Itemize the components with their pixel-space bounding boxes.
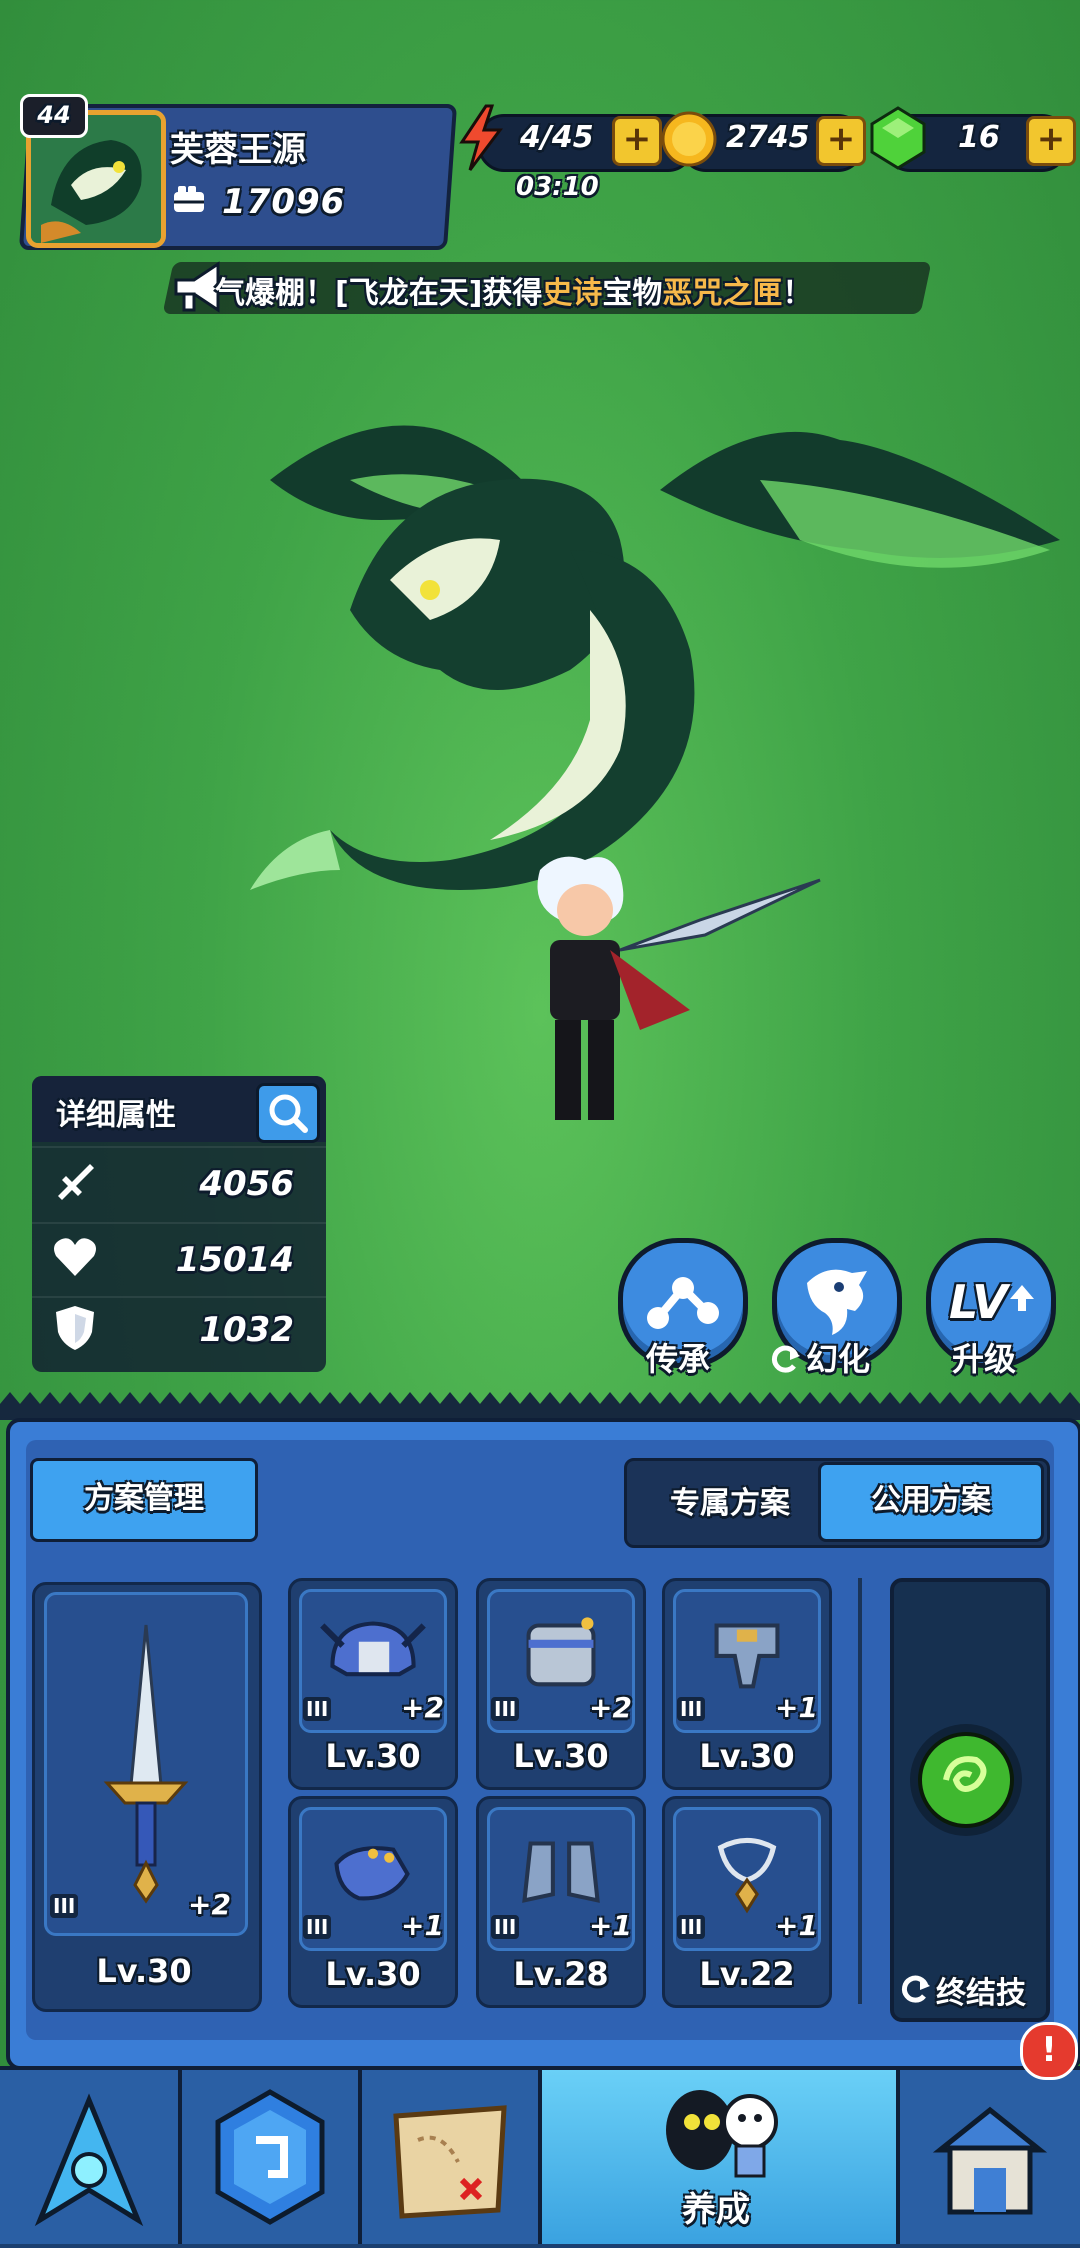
equipment-rank-tag: III: [677, 1915, 706, 1939]
equipment-rank-tag: III: [303, 1915, 332, 1939]
equipment-plus: +2: [589, 1691, 632, 1724]
equipment-plus: +1: [401, 1909, 444, 1942]
equipment-plus: +1: [775, 1909, 818, 1942]
player-level-badge: 44: [20, 94, 88, 138]
pet-characters-icon: [666, 2090, 778, 2178]
power-fist-icon: [170, 180, 210, 220]
equipment-level: Lv.30: [513, 1737, 609, 1775]
weapon-plus: +2: [188, 1888, 231, 1921]
hex-gem-icon: [215, 2089, 325, 2225]
gem-value: 16: [958, 120, 1000, 155]
gold-coin-icon: [660, 110, 718, 172]
shop-building-icon: [932, 2106, 1048, 2215]
nav-item-battle[interactable]: [0, 2070, 182, 2244]
equipment-level: Lv.28: [513, 1955, 609, 1993]
hero-character-artwork[interactable]: [490, 850, 840, 1134]
news-prefix: 气爆棚！[飞龙在天]获得: [215, 276, 543, 311]
equipment-level: Lv.30: [325, 1955, 421, 1993]
equipment-level: Lv.30: [325, 1737, 421, 1775]
news-rarity: 史诗: [542, 276, 603, 311]
weapon-rank-tag: III: [50, 1894, 79, 1918]
news-middle: 宝物: [602, 276, 663, 311]
plan-manage-button[interactable]: 方案管理: [30, 1458, 258, 1542]
slot-divider: [858, 1578, 862, 2004]
upgrade-lv-text: LV: [949, 1275, 1008, 1329]
weapon-level: Lv.30: [96, 1952, 192, 1990]
gold-value: 2745: [726, 120, 810, 155]
equipment-rank-tag: III: [491, 1697, 520, 1721]
equipment-slot[interactable]: III +1 Lv.22: [662, 1796, 832, 2008]
equipment-slot[interactable]: III +1 Lv.30: [662, 1578, 832, 1790]
equipment-rank-tag: III: [303, 1697, 332, 1721]
energy-bolt-icon: [456, 104, 506, 176]
equipment-slot[interactable]: III +2 Lv.30: [476, 1578, 646, 1790]
crest-icon: [34, 2093, 144, 2227]
gem-add-button[interactable]: +: [1026, 116, 1076, 166]
energy-add-button[interactable]: +: [612, 116, 662, 166]
transform-label: 幻化: [806, 1340, 871, 1378]
treasure-map-icon: [393, 2105, 507, 2219]
energy-timer: 03:10: [516, 172, 599, 202]
tab-public-plan[interactable]: 公用方案: [818, 1462, 1044, 1542]
upgrade-label: 升级: [952, 1340, 1017, 1378]
nav-item-dungeon[interactable]: [182, 2070, 362, 2244]
defense-value: 1032: [199, 1310, 294, 1350]
stats-detail-button[interactable]: [256, 1083, 320, 1143]
spike-divider: [0, 1386, 1080, 1420]
inherit-label: 传承: [646, 1340, 711, 1378]
stats-title: 详细属性: [56, 1098, 176, 1133]
equipment-level: Lv.22: [699, 1955, 795, 1993]
nav-develop-label: 养成: [682, 2190, 750, 2230]
attack-value: 4056: [199, 1164, 294, 1204]
ultimate-orb-icon: [906, 1720, 1026, 1844]
ultimate-label: 终结技: [936, 1976, 1026, 2011]
arrow-up-icon: [1010, 1285, 1034, 1311]
shield-icon: [54, 1304, 96, 1356]
green-gem-icon: [868, 106, 928, 174]
dagger-icon: [103, 1624, 189, 1904]
equipment-slot[interactable]: III +2 Lv.30: [288, 1578, 458, 1790]
transform-refresh-icon: [768, 1342, 802, 1380]
shop-alert-badge: !: [1020, 2022, 1078, 2080]
equipment-rank-tag: III: [491, 1915, 520, 1939]
news-text: 气爆棚！[飞龙在天]获得史诗宝物恶咒之匣！: [215, 268, 812, 312]
search-icon: [269, 1094, 308, 1133]
equipment-slot[interactable]: III +1 Lv.28: [476, 1796, 646, 2008]
news-suffix: ！: [782, 276, 813, 311]
equipment-plus: +1: [589, 1909, 632, 1942]
heart-icon: [52, 1236, 98, 1282]
equipment-plus: +1: [775, 1691, 818, 1724]
nav-item-shop[interactable]: [900, 2070, 1080, 2244]
tab-exclusive-plan[interactable]: 专属方案: [640, 1478, 820, 1522]
weapon-slot-image: [44, 1592, 248, 1936]
ultimate-refresh-icon: [898, 1972, 932, 2010]
equipment-plus: +2: [401, 1691, 444, 1724]
equipment-slot[interactable]: III +1 Lv.30: [288, 1796, 458, 2008]
equipment-rank-tag: III: [677, 1697, 706, 1721]
player-name: 芙蓉王源: [170, 130, 306, 170]
combat-power-value: 17096: [222, 182, 346, 222]
equipment-level: Lv.30: [699, 1737, 795, 1775]
gold-add-button[interactable]: +: [816, 116, 866, 166]
sword-icon: [52, 1160, 96, 1208]
nav-item-map[interactable]: [362, 2070, 542, 2244]
nav-item-develop[interactable]: 养成: [542, 2070, 900, 2244]
hp-value: 15014: [175, 1240, 294, 1280]
news-item: 恶咒之匣: [662, 276, 783, 311]
energy-value: 4/45: [520, 120, 594, 155]
